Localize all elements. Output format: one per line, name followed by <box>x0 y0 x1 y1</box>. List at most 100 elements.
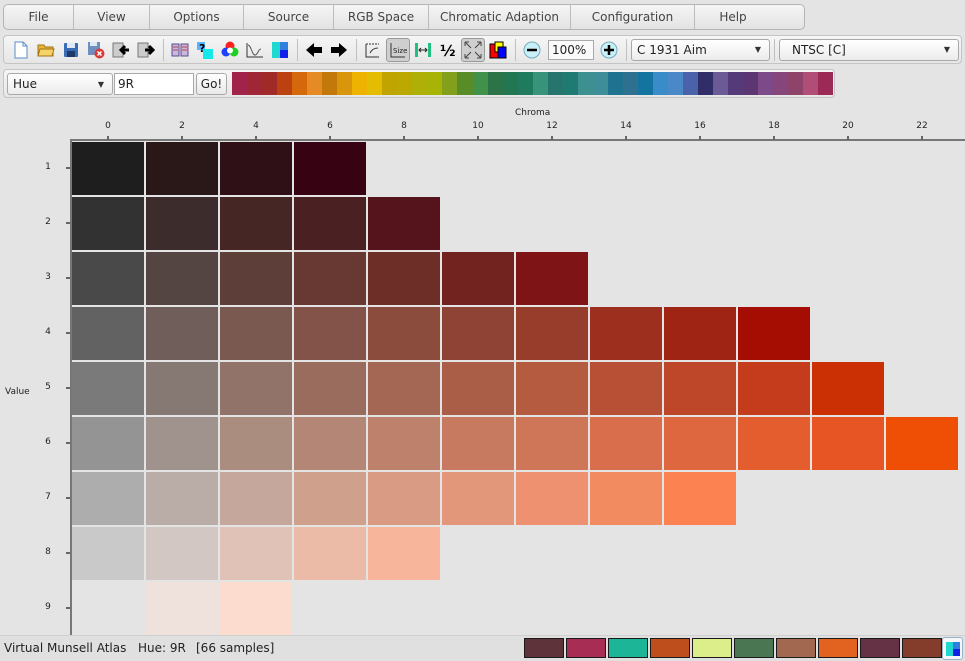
hue-swatch[interactable] <box>547 72 563 95</box>
hue-swatch[interactable] <box>262 72 278 95</box>
color-chip[interactable] <box>294 307 366 360</box>
hue-swatch[interactable] <box>442 72 458 95</box>
color-chip[interactable] <box>220 142 292 195</box>
delete-file-button[interactable] <box>84 38 108 62</box>
color-chip[interactable] <box>516 307 588 360</box>
hue-swatch[interactable] <box>382 72 398 95</box>
next-hue-button[interactable] <box>327 38 351 62</box>
atlas-book-button[interactable] <box>168 38 192 62</box>
color-chip[interactable] <box>72 527 144 580</box>
hue-swatch[interactable] <box>788 72 804 95</box>
hue-swatch[interactable] <box>773 72 789 95</box>
color-chip[interactable] <box>812 362 884 415</box>
color-chip[interactable] <box>72 417 144 470</box>
color-chip[interactable] <box>294 197 366 250</box>
color-chip[interactable] <box>220 472 292 525</box>
hue-swatch[interactable] <box>277 72 293 95</box>
hue-swatch[interactable] <box>758 72 774 95</box>
color-chip[interactable] <box>368 417 440 470</box>
color-chip[interactable] <box>72 252 144 305</box>
color-chip[interactable] <box>368 252 440 305</box>
menu-chromatic-adaption[interactable]: Chromatic Adaption <box>429 5 571 29</box>
rgb-space-select[interactable]: NTSC [C] ▼ <box>779 38 959 61</box>
color-chip[interactable] <box>146 362 218 415</box>
color-chip[interactable] <box>294 362 366 415</box>
hue-swatch[interactable] <box>697 72 713 95</box>
color-chip[interactable] <box>368 472 440 525</box>
color-chip[interactable] <box>146 527 218 580</box>
hue-swatch[interactable] <box>728 72 744 95</box>
hue-swatch[interactable] <box>412 72 428 95</box>
new-document-button[interactable] <box>9 38 33 62</box>
color-chip[interactable] <box>516 362 588 415</box>
color-chip[interactable] <box>516 252 588 305</box>
spacing-button[interactable] <box>411 38 435 62</box>
color-chip[interactable] <box>664 362 736 415</box>
color-chip[interactable] <box>738 307 810 360</box>
color-chip[interactable] <box>664 307 736 360</box>
color-chip[interactable] <box>368 362 440 415</box>
hue-swatch[interactable] <box>607 72 623 95</box>
color-chip[interactable] <box>72 197 144 250</box>
color-chip[interactable] <box>590 307 662 360</box>
size-button[interactable]: Size <box>386 37 410 62</box>
identify-color-button[interactable]: ? <box>193 38 217 62</box>
color-chip[interactable] <box>294 252 366 305</box>
menu-configuration[interactable]: Configuration <box>571 5 695 29</box>
hue-swatch[interactable] <box>472 72 488 95</box>
hue-swatch[interactable] <box>427 72 443 95</box>
export-button[interactable] <box>134 38 158 62</box>
color-chip[interactable] <box>72 472 144 525</box>
color-chip[interactable] <box>146 472 218 525</box>
history-view-button[interactable] <box>942 637 963 660</box>
color-chip[interactable] <box>220 527 292 580</box>
illuminant-select[interactable]: C 1931 Aim ▼ <box>631 38 770 61</box>
hue-input[interactable] <box>114 73 194 95</box>
zoom-level-field[interactable]: 100% <box>548 39 594 60</box>
color-chip[interactable] <box>146 582 218 635</box>
color-chip[interactable] <box>146 417 218 470</box>
color-chip[interactable] <box>664 417 736 470</box>
color-chip[interactable] <box>442 417 514 470</box>
color-chip[interactable] <box>442 307 514 360</box>
hue-swatch[interactable] <box>622 72 638 95</box>
color-chip[interactable] <box>368 527 440 580</box>
color-chip[interactable] <box>590 417 662 470</box>
color-chip[interactable] <box>72 142 144 195</box>
menu-file[interactable]: File <box>4 5 74 29</box>
save-button[interactable] <box>59 38 83 62</box>
hue-swatch[interactable] <box>337 72 353 95</box>
history-swatch[interactable] <box>524 638 564 658</box>
color-chip[interactable] <box>590 362 662 415</box>
color-chip[interactable] <box>220 197 292 250</box>
history-swatch[interactable] <box>818 638 858 658</box>
menu-rgb-space[interactable]: RGB Space <box>334 5 429 29</box>
color-chip[interactable] <box>72 362 144 415</box>
color-chip[interactable] <box>442 362 514 415</box>
previous-hue-button[interactable] <box>302 38 326 62</box>
color-chip[interactable] <box>886 417 958 470</box>
hue-swatch[interactable] <box>502 72 518 95</box>
hue-swatch[interactable] <box>532 72 548 95</box>
history-swatch[interactable] <box>692 638 732 658</box>
menu-options[interactable]: Options <box>150 5 244 29</box>
color-chip[interactable] <box>220 582 292 635</box>
menu-source[interactable]: Source <box>244 5 334 29</box>
zoom-in-button[interactable] <box>597 38 621 62</box>
color-chip[interactable] <box>72 307 144 360</box>
color-chip[interactable] <box>146 307 218 360</box>
menu-view[interactable]: View <box>74 5 150 29</box>
hue-swatch[interactable] <box>397 72 413 95</box>
color-chip[interactable] <box>442 252 514 305</box>
hue-swatch[interactable] <box>457 72 473 95</box>
mode-select[interactable]: Hue ▼ <box>7 73 113 95</box>
color-chip[interactable] <box>368 307 440 360</box>
color-chip[interactable] <box>368 197 440 250</box>
history-swatch[interactable] <box>608 638 648 658</box>
overlap-button[interactable] <box>486 38 510 62</box>
hue-swatch[interactable] <box>487 72 503 95</box>
open-button[interactable] <box>34 38 58 62</box>
color-chip[interactable] <box>220 417 292 470</box>
hue-swatch[interactable] <box>652 72 668 95</box>
color-chip[interactable] <box>738 362 810 415</box>
